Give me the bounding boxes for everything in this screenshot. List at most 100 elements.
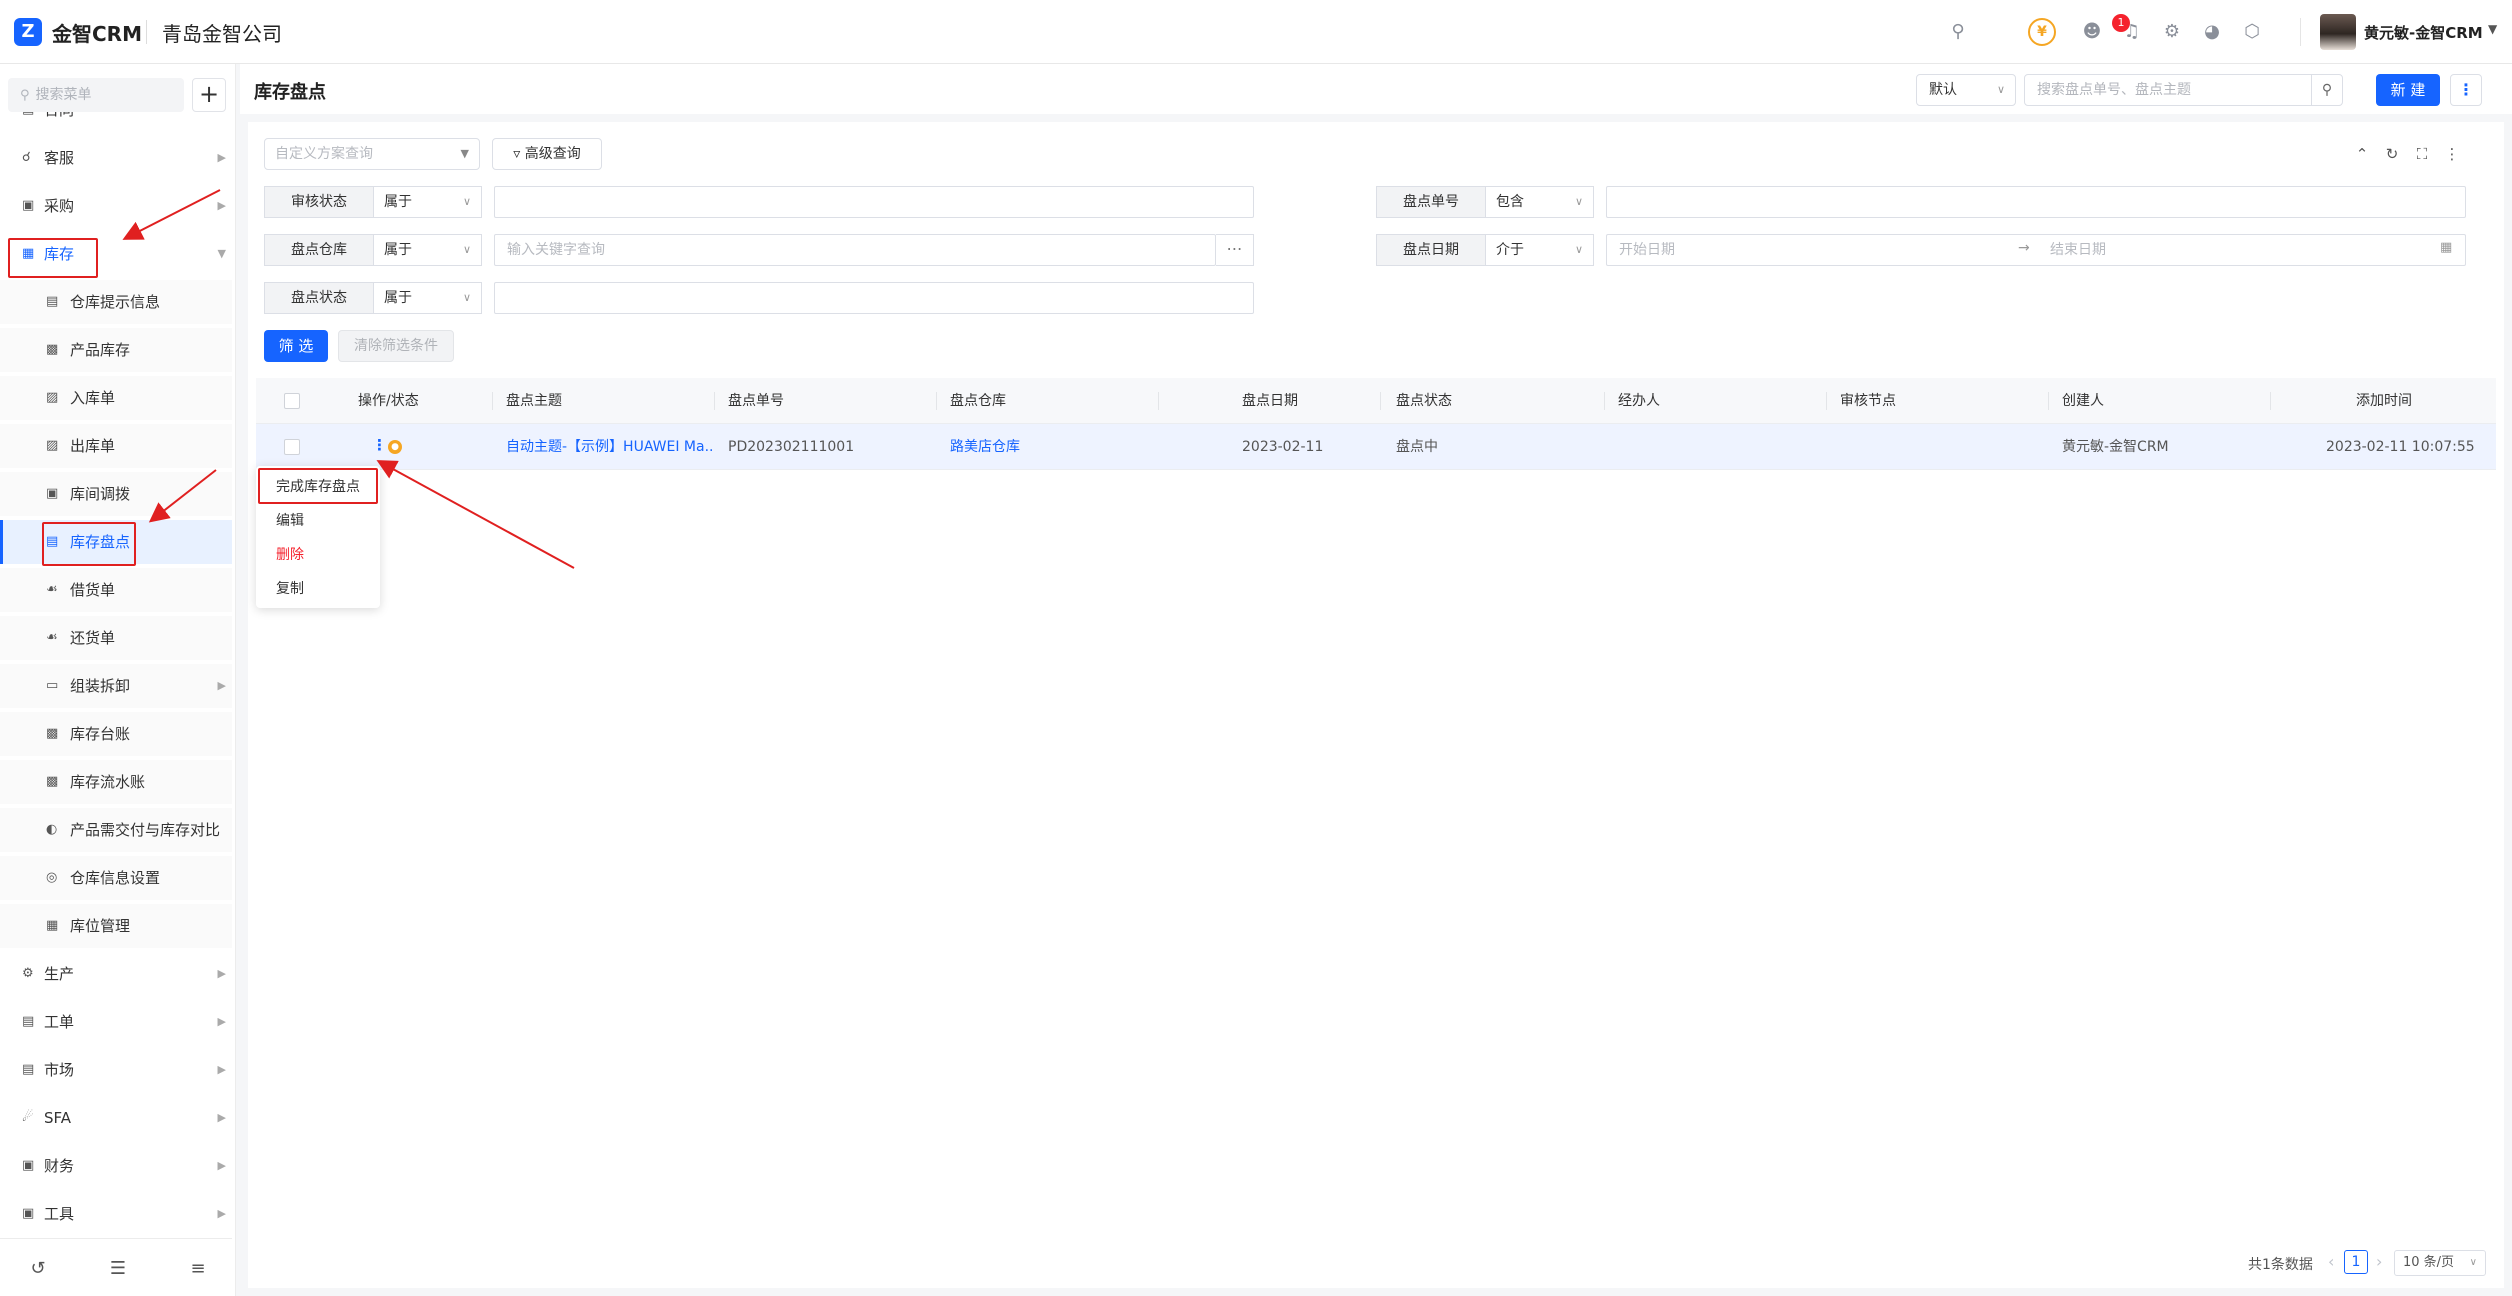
search-icon[interactable]: ⚲ (2311, 74, 2343, 106)
col-number[interactable]: 盘点单号 (728, 378, 784, 424)
chevron-right-icon: ▶ (217, 967, 226, 980)
sidebar-item-stock-flow[interactable]: ▩ 库存流水账 (0, 760, 232, 804)
coin-icon[interactable]: ¥ (2028, 18, 2056, 46)
sidebar-item-warehouse-info[interactable]: ▤ 仓库提示信息 (0, 280, 232, 324)
new-button[interactable]: 新 建 (2376, 74, 2440, 106)
sidebar-item-label: 入库单 (70, 389, 116, 407)
end-date-placeholder[interactable]: 结束日期 (2038, 235, 2238, 265)
logo-icon[interactable]: Z (14, 18, 42, 46)
select-all-checkbox[interactable] (284, 393, 300, 409)
col-created-at[interactable]: 添加时间 (2356, 378, 2412, 424)
col-status[interactable]: 盘点状态 (1396, 378, 1452, 424)
refresh-icon[interactable]: ↻ (2380, 142, 2404, 166)
sidebar-item-sfa[interactable]: ☄ SFA ▶ (0, 1096, 232, 1140)
col-handler[interactable]: 经办人 (1618, 378, 1660, 424)
row-more-icon[interactable]: ⋮ (372, 436, 387, 454)
row-subject-link[interactable]: 自动主题-【示例】HUAWEI Ma... (506, 424, 712, 470)
sidebar-item-delivery-compare[interactable]: ◐ 产品需交付与库存对比 (0, 808, 232, 852)
next-page-icon[interactable]: › (2376, 1252, 2382, 1271)
warehouse-keyword-input[interactable]: 输入关键字查询 (494, 234, 1216, 266)
view-select[interactable]: 默认 ∨ (1916, 74, 2016, 106)
sidebar-item-location[interactable]: ▦ 库位管理 (0, 904, 232, 948)
collapse-menu-icon[interactable]: ≡ (186, 1257, 210, 1281)
check-status-operator[interactable]: 属于 ∨ (374, 282, 482, 314)
sidebar-item-stock-out[interactable]: ▨ 出库单 (0, 424, 232, 468)
ellipsis-icon[interactable]: ⋯ (1216, 234, 1254, 266)
sidebar-item-label: 库间调拨 (70, 485, 131, 503)
check-date-operator[interactable]: 介于 ∨ (1486, 234, 1594, 266)
chevron-down-icon: ∨ (462, 243, 471, 256)
search-icon[interactable]: ⚲ (1944, 18, 1972, 46)
page-size-select[interactable]: 10 条/页 ∨ (2394, 1250, 2486, 1276)
sidebar-item-label: 还货单 (70, 629, 116, 647)
warehouse-operator[interactable]: 属于 ∨ (374, 234, 482, 266)
more-options-icon[interactable]: ⋮ (2450, 74, 2482, 106)
divider (146, 20, 147, 44)
col-audit-node[interactable]: 审核节点 (1840, 378, 1896, 424)
sidebar-item-warehouse-settings[interactable]: ◎ 仓库信息设置 (0, 856, 232, 900)
cube-icon[interactable]: ⬡ (2238, 18, 2266, 46)
chevron-down-icon[interactable]: ▼ (2488, 22, 2497, 36)
page-number-button[interactable]: 1 (2344, 1250, 2368, 1274)
sidebar-item-label: 产品需交付与库存对比 (70, 821, 221, 839)
col-creator[interactable]: 创建人 (2062, 378, 2104, 424)
top-bar: Z 金智CRM 青岛金智公司 ⚲ ¥ ☻ 1 ♫ ⚙ ◕ ⬡ 黄元敏-金智CRM… (0, 0, 2512, 64)
audit-status-value-input[interactable] (494, 186, 1254, 218)
sidebar-item-production[interactable]: ⚙ 生产 ▶ (0, 952, 232, 996)
sidebar-item-borrow[interactable]: ☙ 借货单 (0, 568, 232, 612)
sidebar-item-market[interactable]: ▤ 市场 ▶ (0, 1048, 232, 1092)
col-warehouse[interactable]: 盘点仓库 (950, 378, 1006, 424)
sidebar-item-contract[interactable]: ▤ 合同 (0, 112, 232, 132)
col-subject[interactable]: 盘点主题 (506, 378, 562, 424)
fullscreen-icon[interactable]: ⛶ (2410, 142, 2434, 166)
sidebar-item-ticket[interactable]: ▤ 工单 ▶ (0, 1000, 232, 1044)
check-status-value-input[interactable] (494, 282, 1254, 314)
sidebar-item-stock-in[interactable]: ▨ 入库单 (0, 376, 232, 420)
sidebar-item-assembly[interactable]: ▭ 组装拆卸 ▶ (0, 664, 232, 708)
delete-menu-item[interactable]: 删除 (256, 538, 380, 572)
user-name[interactable]: 黄元敏-金智CRM (2364, 22, 2483, 43)
audit-status-operator[interactable]: 属于 ∨ (374, 186, 482, 218)
contacts-icon[interactable]: ☻ (2078, 18, 2106, 46)
avatar[interactable] (2320, 14, 2356, 50)
collapse-up-icon[interactable]: ⌃ (2350, 142, 2374, 166)
operator-value: 属于 (384, 242, 412, 258)
col-date[interactable]: 盘点日期 (1242, 378, 1298, 424)
edit-menu-item[interactable]: 编辑 (256, 504, 380, 538)
column-settings-icon[interactable]: ⋮ (2440, 142, 2464, 166)
check-status-label: 盘点状态 (264, 282, 374, 314)
bell-icon[interactable]: ♫ (2118, 18, 2146, 46)
add-menu-button[interactable]: + (192, 78, 226, 112)
gear-icon[interactable]: ⚙ (2158, 18, 2186, 46)
sidebar-item-purchase[interactable]: ▣ 采购 ▶ (0, 184, 232, 228)
date-range-input[interactable]: 开始日期 (1606, 234, 2466, 266)
advanced-query-button[interactable]: ▿ 高级查询 (492, 138, 602, 170)
sidebar-item-finance[interactable]: ▣ 财务 ▶ (0, 1144, 232, 1188)
brand-name[interactable]: 金智CRM (52, 18, 142, 47)
column-divider (492, 392, 493, 410)
sidebar-item-stock-ledger[interactable]: ▩ 库存台账 (0, 712, 232, 756)
scheme-select[interactable]: 自定义方案查询 ▼ (264, 138, 480, 170)
pie-chart-icon[interactable]: ◕ (2198, 18, 2226, 46)
sliders-icon[interactable]: ☰ (106, 1257, 130, 1281)
history-icon[interactable]: ↺ (26, 1257, 50, 1281)
calendar-icon[interactable]: ▦ (2440, 240, 2452, 255)
sidebar-item-transfer[interactable]: ▣ 库间调拨 (0, 472, 232, 516)
clear-filters-button[interactable]: 清除筛选条件 (338, 330, 454, 362)
chevron-right-icon: ▶ (217, 679, 226, 692)
sidebar-item-tools[interactable]: ▣ 工具 ▶ (0, 1192, 232, 1236)
row-checkbox[interactable] (284, 439, 300, 455)
search-input[interactable]: 搜索盘点单号、盘点主题 (2024, 74, 2312, 106)
filter-button[interactable]: 筛 选 (264, 330, 328, 362)
check-no-value-input[interactable] (1606, 186, 2466, 218)
prev-page-icon[interactable]: ‹ (2328, 1252, 2334, 1271)
table-row[interactable]: ⋮ ● 自动主题-【示例】HUAWEI Ma... PD202302111001… (256, 424, 2496, 470)
row-warehouse-link[interactable]: 路美店仓库 (950, 424, 1020, 470)
menu-search-input[interactable]: ⚲ 搜索菜单 (8, 78, 184, 112)
copy-menu-item[interactable]: 复制 (256, 572, 380, 606)
company-name: 青岛金智公司 (162, 22, 282, 46)
sidebar-item-product-stock[interactable]: ▩ 产品库存 (0, 328, 232, 372)
check-no-operator[interactable]: 包含 ∨ (1486, 186, 1594, 218)
sidebar-item-service[interactable]: ☌ 客服 ▶ (0, 136, 232, 180)
sidebar-item-return[interactable]: ☙ 还货单 (0, 616, 232, 660)
